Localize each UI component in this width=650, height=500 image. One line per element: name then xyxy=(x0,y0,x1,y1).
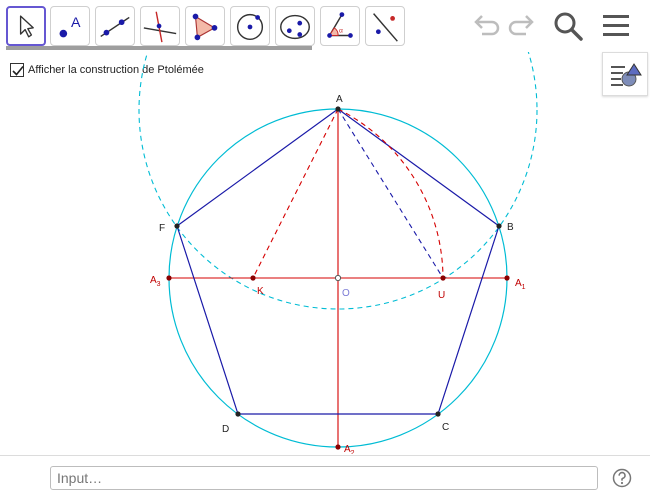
menu-icon xyxy=(603,15,629,36)
toolbar: A α xyxy=(0,0,650,52)
label-k: K xyxy=(257,286,264,297)
angle-tool-button[interactable]: α xyxy=(320,6,360,46)
undo-button[interactable] xyxy=(470,10,502,42)
label-b: B xyxy=(507,222,514,233)
point-a3[interactable] xyxy=(166,275,172,281)
point-k[interactable] xyxy=(250,275,256,281)
point-icon: A xyxy=(59,15,81,38)
label-o: O xyxy=(342,288,350,299)
graphics-view[interactable]: A B C D F K U O A3 A1 A2 xyxy=(0,52,650,454)
circle-icon xyxy=(236,13,264,41)
point-a1[interactable] xyxy=(504,275,510,281)
angle-icon: α xyxy=(327,12,353,38)
label-a1: A1 xyxy=(515,278,526,291)
point-u[interactable] xyxy=(440,275,446,281)
label-f: F xyxy=(159,223,165,234)
redo-button[interactable] xyxy=(506,10,538,42)
help-button[interactable] xyxy=(612,468,632,488)
input-bar-container xyxy=(0,455,650,500)
move-icon xyxy=(19,15,34,38)
undo-icon xyxy=(474,15,500,36)
polygon-tool-button[interactable] xyxy=(185,6,225,46)
perpendicular-line-icon xyxy=(143,11,177,43)
label-a3: A3 xyxy=(150,275,161,288)
circle-center-point-tool-button[interactable] xyxy=(230,6,270,46)
point-a2[interactable] xyxy=(335,444,341,450)
ellipse-tool-button[interactable] xyxy=(275,6,315,46)
line-tool-button[interactable] xyxy=(95,6,135,46)
point-d[interactable] xyxy=(235,411,241,417)
point-c[interactable] xyxy=(435,411,441,417)
redo-icon xyxy=(508,15,534,36)
point-tool-button[interactable]: A xyxy=(50,6,90,46)
menu-button[interactable] xyxy=(600,10,632,42)
point-a[interactable] xyxy=(335,106,341,112)
point-f[interactable] xyxy=(174,223,180,229)
perpendicular-line-tool-button[interactable] xyxy=(140,6,180,46)
label-u: U xyxy=(438,290,445,301)
help-icon xyxy=(612,468,632,488)
search-icon xyxy=(554,12,583,41)
search-button[interactable] xyxy=(552,10,584,42)
label-a: A xyxy=(336,94,343,105)
toolbar-underline xyxy=(6,46,312,50)
label-a2: A2 xyxy=(344,444,355,454)
point-tool-letter: A xyxy=(71,15,81,31)
label-c: C xyxy=(442,422,449,433)
move-tool-button[interactable] xyxy=(6,6,46,46)
line-icon xyxy=(100,16,130,38)
point-o[interactable] xyxy=(334,274,342,282)
reflect-icon xyxy=(373,13,398,42)
point-b[interactable] xyxy=(496,223,502,229)
angle-tool-letter: α xyxy=(339,28,343,35)
algebra-input[interactable] xyxy=(50,466,598,490)
label-d: D xyxy=(222,424,229,435)
segment-a-k[interactable] xyxy=(252,108,339,279)
polygon-icon xyxy=(192,13,218,41)
ellipse-icon xyxy=(280,14,310,40)
reflect-tool-button[interactable] xyxy=(365,6,405,46)
